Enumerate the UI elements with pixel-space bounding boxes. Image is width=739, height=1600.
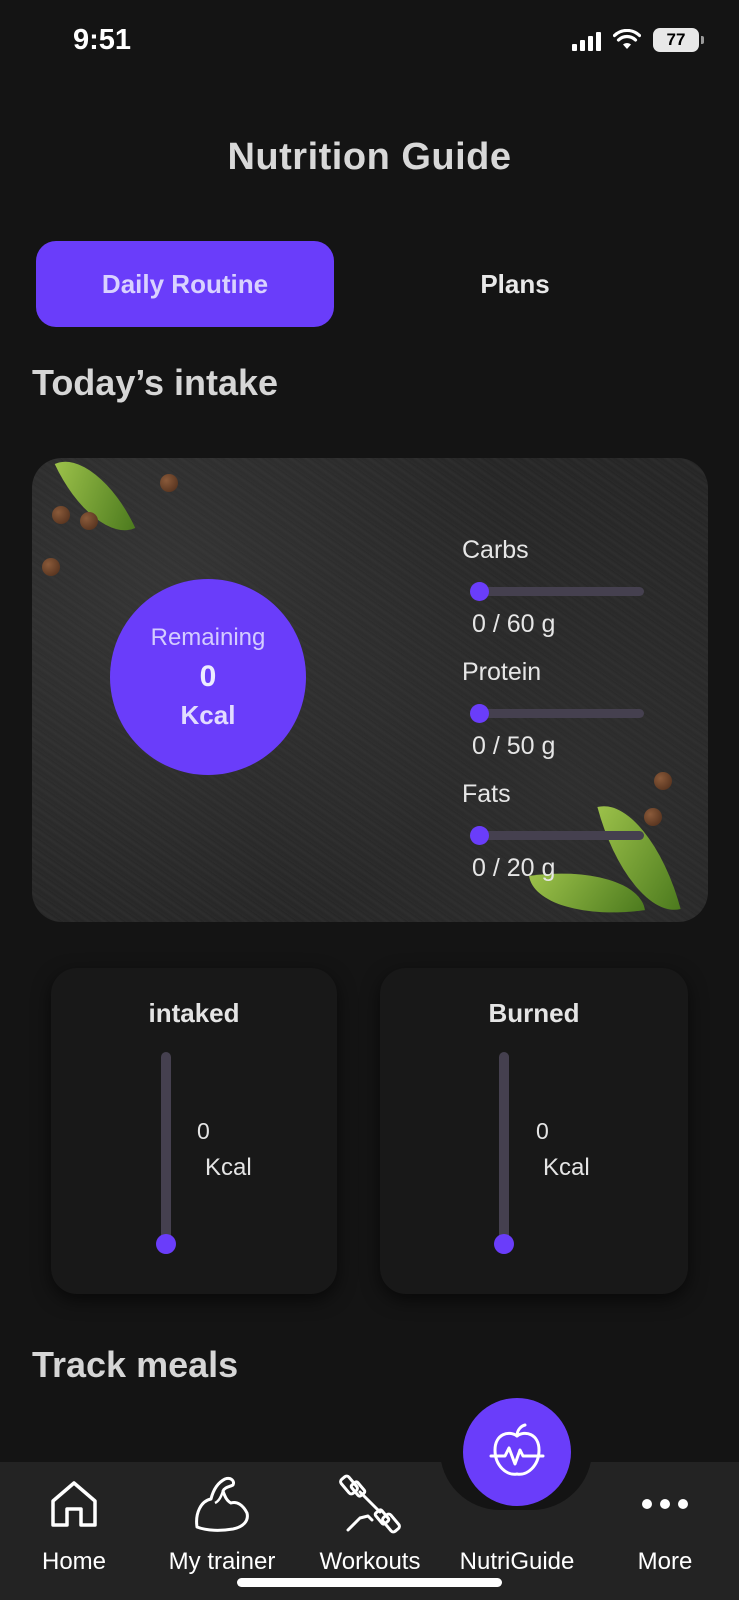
more-dots-icon	[633, 1472, 697, 1536]
macro-name: Protein	[462, 658, 542, 686]
burned-progress-dot	[494, 1234, 514, 1254]
intake-card: Remaining 0 Kcal Carbs 0 / 60 g Protein …	[32, 458, 708, 922]
nav-label: My trainer	[168, 1548, 276, 1575]
track-meals-title: Track meals	[32, 1344, 239, 1385]
home-indicator	[237, 1578, 502, 1587]
macro-protein: Protein 0 / 50 g	[462, 658, 662, 761]
nav-home[interactable]: Home	[0, 1462, 148, 1582]
dumbbell-icon	[338, 1472, 402, 1536]
macro-carbs: Carbs 0 / 60 g	[462, 536, 662, 639]
cellular-signal-icon	[572, 29, 601, 51]
intaked-progress-dot	[156, 1234, 176, 1254]
status-icons: 77	[572, 28, 704, 52]
remaining-unit: Kcal	[180, 699, 236, 730]
macro-value: 0 / 50 g	[472, 732, 556, 760]
nav-label: More	[637, 1548, 693, 1575]
burned-unit: Kcal	[543, 1154, 590, 1181]
peppercorn-decoration	[52, 506, 70, 524]
macro-progress-track	[470, 704, 644, 723]
leaf-decoration	[54, 458, 136, 548]
nav-label: Home	[41, 1548, 107, 1575]
home-icon	[42, 1472, 106, 1536]
nav-more[interactable]: More	[591, 1462, 739, 1582]
status-time: 9:51	[73, 24, 132, 56]
nav-label: Workouts	[319, 1548, 421, 1575]
remaining-calories-circle: Remaining 0 Kcal	[110, 579, 306, 775]
macro-value: 0 / 20 g	[472, 854, 556, 882]
burned-progress-bar	[494, 1052, 514, 1254]
nav-nutriguide[interactable]: NutriGuide	[443, 1462, 591, 1582]
macro-progress-track	[470, 582, 644, 601]
nav-my-trainer[interactable]: My trainer	[148, 1462, 296, 1582]
battery-indicator: 77	[653, 28, 704, 52]
macro-name: Carbs	[462, 536, 529, 564]
macro-progress-track	[470, 826, 644, 845]
intaked-progress-bar	[156, 1052, 176, 1254]
macro-fats: Fats 0 / 20 g	[462, 780, 662, 883]
remaining-value: 0	[199, 659, 217, 693]
tab-daily-routine[interactable]: Daily Routine	[36, 241, 334, 327]
macro-name: Fats	[462, 780, 511, 808]
intaked-card: intaked 0 Kcal	[51, 968, 337, 1294]
bicep-icon	[190, 1472, 254, 1536]
peppercorn-decoration	[160, 474, 178, 492]
macro-progress-dot	[470, 704, 489, 723]
tab-plans[interactable]: Plans	[366, 241, 664, 327]
page-title: Nutrition Guide	[227, 136, 512, 178]
peppercorn-decoration	[42, 558, 60, 576]
nav-label: NutriGuide	[459, 1548, 575, 1575]
macro-progress-dot	[470, 826, 489, 845]
tab-bar: Daily Routine Plans	[36, 241, 703, 327]
nav-workouts[interactable]: Workouts	[296, 1462, 444, 1582]
intaked-unit: Kcal	[205, 1154, 252, 1181]
macro-progress-dot	[470, 582, 489, 601]
intaked-value: 0	[197, 1118, 210, 1144]
status-bar: 9:51 77	[0, 0, 739, 84]
macro-value: 0 / 60 g	[472, 610, 556, 638]
remaining-label: Remaining	[150, 623, 266, 651]
burned-value: 0	[536, 1118, 549, 1144]
burned-title: Burned	[488, 998, 580, 1028]
burned-card: Burned 0 Kcal	[380, 968, 688, 1294]
peppercorn-decoration	[80, 512, 98, 530]
wifi-icon	[613, 29, 641, 49]
intaked-title: intaked	[148, 998, 240, 1028]
intake-section-title: Today’s intake	[32, 362, 279, 403]
